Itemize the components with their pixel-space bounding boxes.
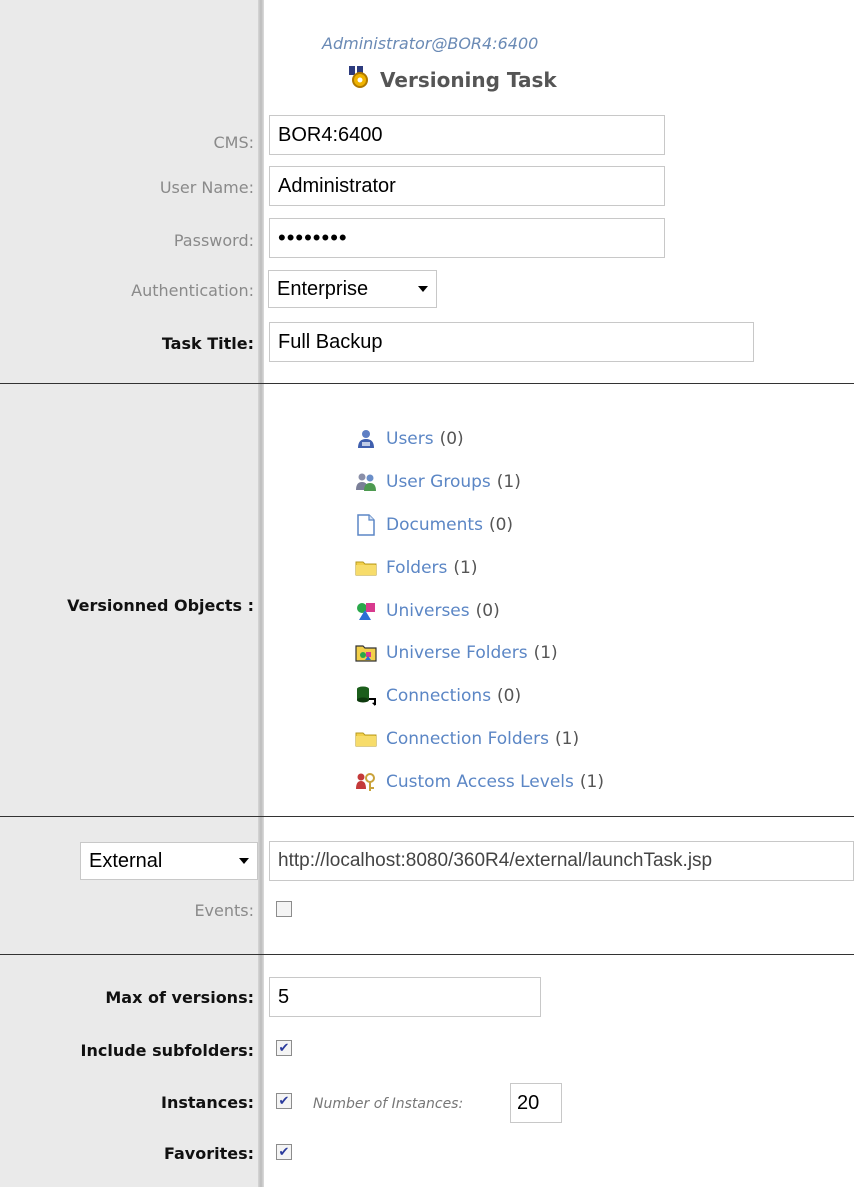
events-checkbox[interactable] [276,901,292,917]
include-subfolders-checkbox[interactable]: ✔ [276,1040,292,1056]
chevron-down-icon [418,286,428,292]
max-versions-field[interactable]: 5 [269,977,541,1017]
authentication-value: Enterprise [277,277,369,300]
chevron-down-icon [239,858,249,864]
password-label: Password: [173,231,254,250]
object-connections-count: (0) [497,686,522,707]
events-label: Events: [194,901,254,920]
username-label: User Name: [159,178,254,197]
document-icon [355,514,377,536]
task-header: Versioning Task [346,64,557,95]
object-connections-link[interactable]: Connections [386,686,491,706]
access-level-icon [355,771,377,793]
object-universe-folders-count: (1) [533,643,558,664]
object-universe-folders-link[interactable]: Universe Folders [386,643,528,663]
versioned-objects-label: Versionned Objects : [67,596,254,615]
object-connection-folders-link[interactable]: Connection Folders [386,729,549,749]
vertical-divider [258,0,264,1187]
object-user-groups-link[interactable]: User Groups [386,472,491,492]
launch-url-field[interactable]: http://localhost:8080/360R4/external/lau… [269,841,854,881]
launch-mode-select[interactable]: External [80,842,258,880]
username-field[interactable]: Administrator [269,166,665,206]
password-field[interactable]: •••••••• [269,218,665,258]
checkmark-icon: ✔ [278,1144,290,1160]
section-divider [0,383,854,384]
instances-label: Instances: [161,1093,254,1112]
object-documents-link[interactable]: Documents [386,515,483,535]
user-group-icon [355,471,377,493]
object-users-link[interactable]: Users [386,429,434,449]
launch-mode-value: External [89,849,163,872]
favorites-label: Favorites: [163,1144,254,1163]
object-documents[interactable]: Documents (0) [355,504,604,547]
cms-label: CMS: [213,133,254,152]
object-universe-folders[interactable]: Universe Folders (1) [355,632,604,675]
authentication-select[interactable]: Enterprise [268,270,437,308]
instances-checkbox[interactable]: ✔ [276,1093,292,1109]
object-user-groups-count: (1) [496,472,521,493]
object-users[interactable]: Users (0) [355,418,604,461]
object-folders-link[interactable]: Folders [386,558,447,578]
number-of-instances-label: Number of Instances: [313,1096,464,1112]
include-subfolders-label: Include subfolders: [80,1041,255,1060]
logged-user-label: Administrator@BOR4:6400 [322,34,539,53]
max-versions-label: Max of versions: [105,988,254,1007]
object-connections[interactable]: Connections (0) [355,675,604,718]
number-of-instances-field[interactable]: 20 [510,1083,562,1123]
task-title-field[interactable]: Full Backup [269,322,754,362]
task-title-label: Task Title: [161,334,254,353]
object-custom-access-levels-count: (1) [579,771,604,792]
user-icon [355,428,377,450]
object-user-groups[interactable]: User Groups (1) [355,461,604,504]
section-divider [0,816,854,817]
object-users-count: (0) [439,429,464,450]
checkmark-icon: ✔ [278,1040,290,1056]
versioned-objects-list: Users (0) User Groups (1) Documents (0) … [355,418,604,803]
object-folders[interactable]: Folders (1) [355,546,604,589]
object-documents-count: (0) [488,514,514,535]
object-universes-link[interactable]: Universes [386,601,470,621]
authentication-label: Authentication: [131,281,254,300]
object-connection-folders-count: (1) [555,728,580,749]
object-custom-access-levels[interactable]: Custom Access Levels (1) [355,760,604,803]
universe-icon [355,600,377,622]
connection-icon [355,685,377,707]
cms-field[interactable]: BOR4:6400 [269,115,665,155]
object-universes[interactable]: Universes (0) [355,589,604,632]
task-header-title: Versioning Task [380,67,557,92]
object-connection-folders[interactable]: Connection Folders (1) [355,718,604,761]
universe-folder-icon [355,642,377,664]
section-divider [0,954,854,955]
folder-icon [355,557,377,579]
object-universes-count: (0) [475,600,500,621]
task-gear-icon [346,64,374,95]
connection-folder-icon [355,728,377,750]
favorites-checkbox[interactable]: ✔ [276,1144,292,1160]
checkmark-icon: ✔ [278,1093,290,1109]
object-custom-access-levels-link[interactable]: Custom Access Levels [386,772,574,792]
object-folders-count: (1) [453,557,478,578]
